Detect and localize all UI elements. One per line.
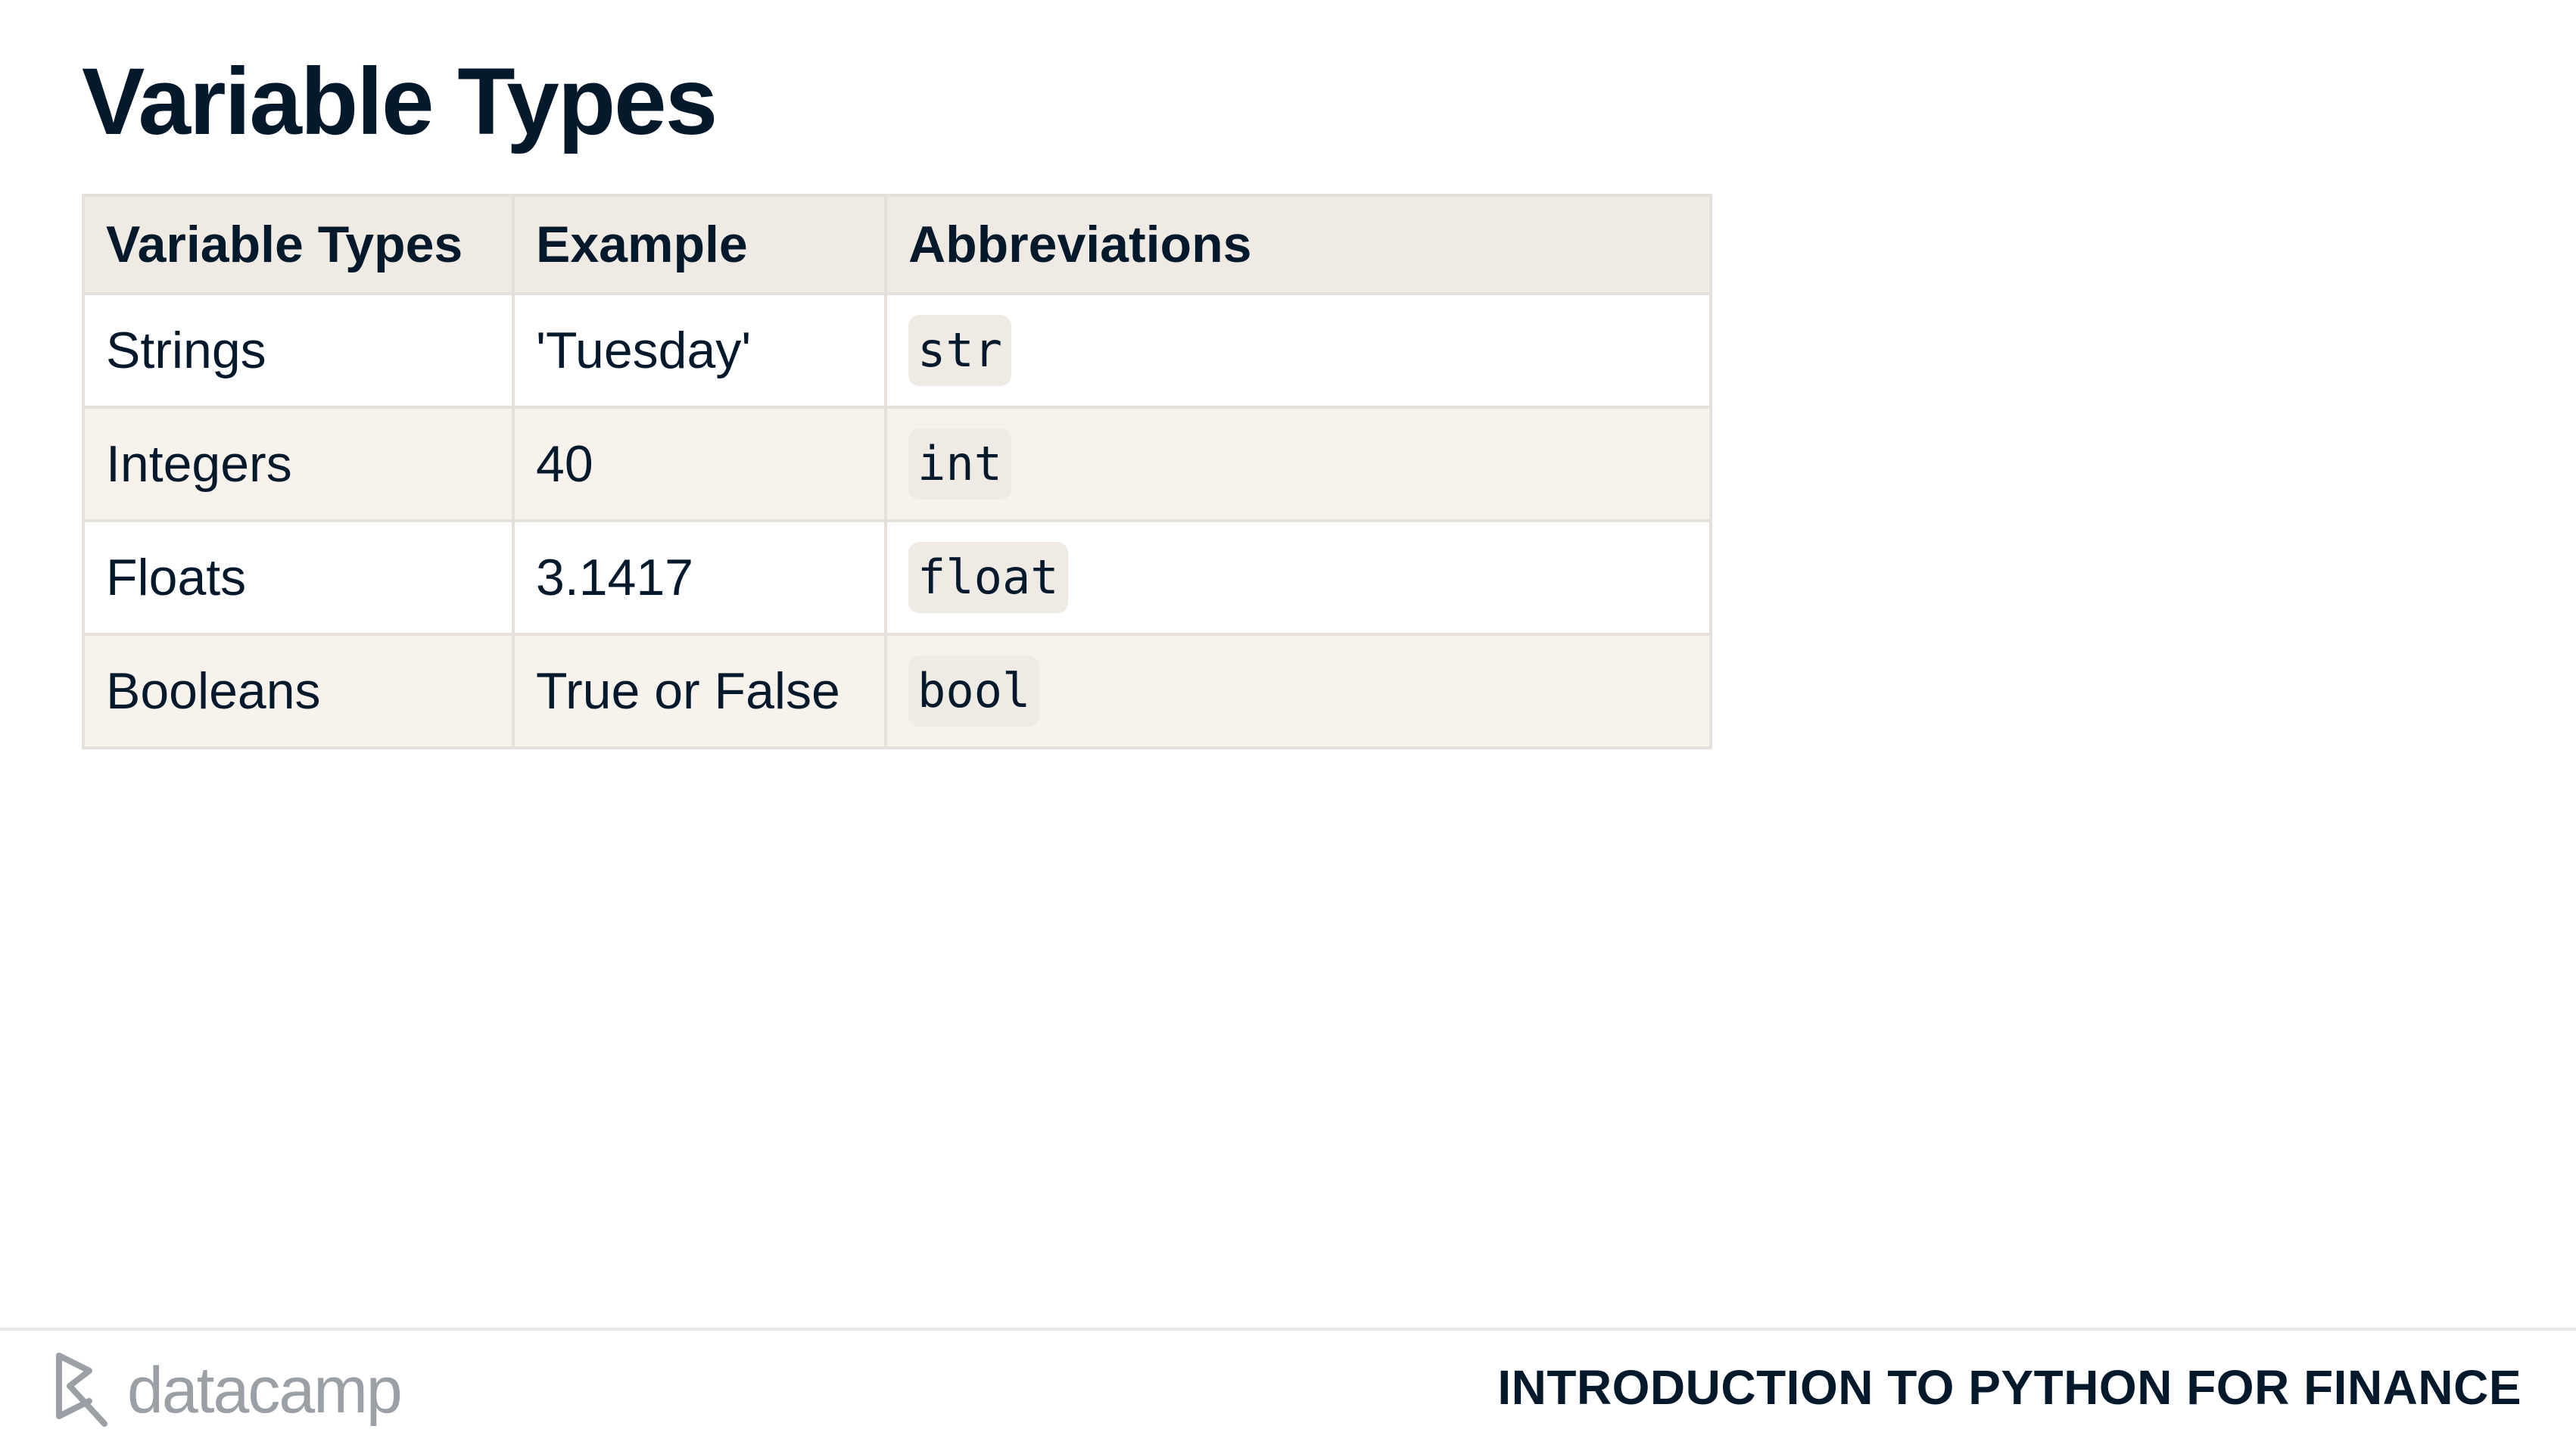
brand-name: datacamp: [127, 1353, 403, 1427]
header-abbreviations: Abbreviations: [884, 194, 1712, 295]
code-chip: bool: [908, 655, 1040, 727]
slide-title: Variable Types: [82, 49, 718, 154]
table-row: Booleans True or False bool: [82, 633, 1712, 749]
code-chip: float: [908, 542, 1068, 613]
cell-abbreviation: float: [884, 519, 1712, 636]
cell-abbreviation: str: [884, 292, 1712, 409]
cell-example: 3.1417: [512, 519, 887, 636]
code-chip: str: [908, 315, 1011, 386]
header-variable-types: Variable Types: [82, 194, 515, 295]
cell-abbreviation: int: [884, 406, 1712, 522]
cell-type: Integers: [82, 406, 515, 522]
header-example: Example: [512, 194, 887, 295]
cell-type: Floats: [82, 519, 515, 636]
cell-example: 40: [512, 406, 887, 522]
datacamp-brand: datacamp: [53, 1349, 403, 1432]
table-row: Strings 'Tuesday' str: [82, 292, 1712, 409]
footer-divider: [0, 1328, 2576, 1331]
table-row: Integers 40 int: [82, 406, 1712, 522]
table-header-row: Variable Types Example Abbreviations: [82, 194, 1712, 295]
code-chip: int: [908, 428, 1011, 500]
cell-example: True or False: [512, 633, 887, 749]
variable-types-table: Variable Types Example Abbreviations Str…: [82, 194, 1712, 749]
cell-example: 'Tuesday': [512, 292, 887, 409]
cell-type: Strings: [82, 292, 515, 409]
course-title: INTRODUCTION TO PYTHON FOR FINANCE: [1497, 1360, 2521, 1415]
cell-abbreviation: bool: [884, 633, 1712, 749]
datacamp-logo-icon: [56, 1353, 107, 1427]
table-row: Floats 3.1417 float: [82, 519, 1712, 636]
cell-type: Booleans: [82, 633, 515, 749]
